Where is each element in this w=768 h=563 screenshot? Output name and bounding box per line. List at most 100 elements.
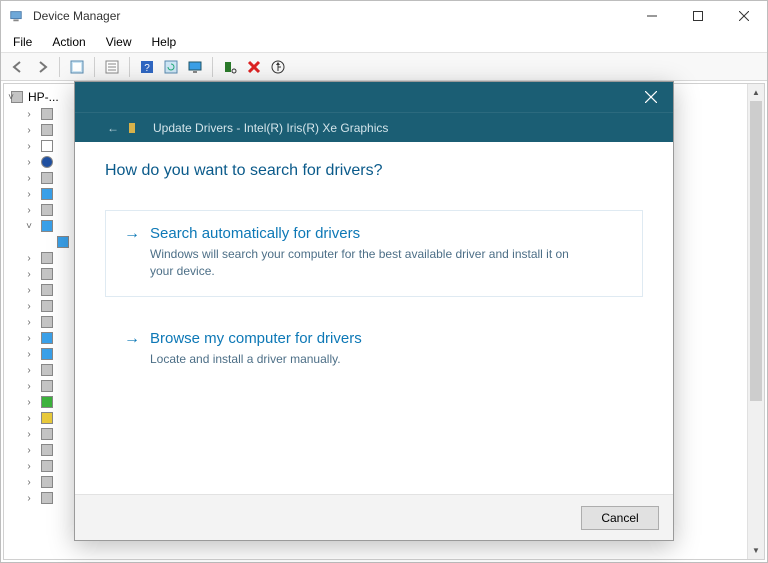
option-browse-computer[interactable]: → Browse my computer for drivers Locate … (105, 315, 643, 385)
menu-view[interactable]: View (98, 33, 140, 51)
network-icon (40, 347, 54, 361)
toolbar-separator (94, 57, 95, 77)
expander-icon[interactable]: › (22, 413, 36, 424)
firmware-icon (40, 251, 54, 265)
window-title: Device Manager (33, 9, 120, 23)
bluetooth-icon (40, 155, 54, 169)
expander-icon[interactable]: › (22, 445, 36, 456)
display-icon (40, 219, 54, 233)
arrow-right-icon: → (124, 330, 140, 348)
arrow-right-icon: → (124, 225, 140, 243)
print-icon (40, 379, 54, 393)
dialog-subtitle-bar: ← Update Drivers - Intel(R) Iris(R) Xe G… (75, 112, 673, 142)
titlebar: Device Manager (1, 1, 767, 31)
app-icon (9, 9, 23, 23)
expander-icon[interactable]: › (22, 365, 36, 376)
processor-icon (40, 395, 54, 409)
option-search-automatically[interactable]: → Search automatically for drivers Windo… (105, 210, 643, 297)
system-icon (40, 475, 54, 489)
dialog-close-button[interactable] (628, 82, 673, 112)
properties-icon[interactable] (101, 56, 123, 78)
scroll-thumb[interactable] (750, 101, 762, 401)
software-icon (40, 427, 54, 441)
update-icon[interactable] (267, 56, 289, 78)
audio-icon (40, 107, 54, 121)
maximize-button[interactable] (675, 1, 721, 31)
expander-icon[interactable]: › (22, 141, 36, 152)
option-description: Locate and install a driver manually. (150, 351, 362, 368)
menubar: File Action View Help (1, 31, 767, 53)
scroll-up-icon[interactable]: ▲ (748, 84, 764, 101)
audio-icon (40, 123, 54, 137)
dialog-subtitle: Update Drivers - Intel(R) Iris(R) Xe Gra… (153, 121, 388, 135)
usb-icon (40, 491, 54, 505)
option-description: Windows will search your computer for th… (150, 246, 570, 280)
close-button[interactable] (721, 1, 767, 31)
ide-icon (40, 283, 54, 297)
dialog-footer: Cancel (75, 494, 673, 540)
option-title: Search automatically for drivers (150, 225, 570, 242)
expander-icon[interactable]: ˅ (4, 92, 18, 103)
expander-icon[interactable]: › (22, 349, 36, 360)
dialog-titlebar (75, 82, 673, 112)
hid-icon (40, 267, 54, 281)
dialog-body: How do you want to search for drivers? →… (75, 142, 673, 494)
expander-icon[interactable]: › (22, 173, 36, 184)
toolbar-separator (212, 57, 213, 77)
security-icon (40, 411, 54, 425)
ports-icon (40, 363, 54, 377)
toolbar-separator (59, 57, 60, 77)
update-drivers-dialog: ← Update Drivers - Intel(R) Iris(R) Xe G… (74, 81, 674, 541)
option-title: Browse my computer for drivers (150, 330, 362, 347)
expander-icon[interactable]: › (22, 253, 36, 264)
cancel-button[interactable]: Cancel (581, 506, 659, 530)
device-icon (127, 121, 141, 135)
toolbar: ? (1, 53, 767, 81)
expander-icon[interactable]: › (22, 429, 36, 440)
mouse-icon (40, 315, 54, 329)
expander-icon[interactable]: › (22, 477, 36, 488)
svg-text:?: ? (144, 63, 150, 74)
expander-icon[interactable]: › (22, 189, 36, 200)
expander-icon[interactable]: › (22, 301, 36, 312)
storage-icon (40, 459, 54, 473)
hardware-scan-icon[interactable] (219, 56, 241, 78)
expander-icon[interactable]: › (22, 269, 36, 280)
expander-icon[interactable]: › (22, 317, 36, 328)
computer-icon (40, 187, 54, 201)
back-arrow-icon[interactable]: ← (107, 121, 119, 135)
minimize-button[interactable] (629, 1, 675, 31)
expander-icon[interactable]: › (22, 125, 36, 136)
disk-icon (40, 203, 54, 217)
keyboard-icon (40, 299, 54, 313)
menu-help[interactable]: Help (144, 33, 185, 51)
expander-icon[interactable]: › (22, 157, 36, 168)
expander-icon[interactable]: › (22, 493, 36, 504)
device-icon (56, 235, 70, 249)
help-icon[interactable]: ? (136, 56, 158, 78)
toolbar-separator (129, 57, 130, 77)
dialog-heading: How do you want to search for drivers? (105, 162, 643, 180)
menu-file[interactable]: File (5, 33, 40, 51)
expander-icon[interactable]: ˅ (22, 221, 36, 232)
refresh-icon[interactable] (160, 56, 182, 78)
show-hidden-icon[interactable] (66, 56, 88, 78)
expander-icon[interactable]: › (22, 381, 36, 392)
scroll-down-icon[interactable]: ▼ (748, 542, 764, 559)
expander-icon[interactable]: › (22, 205, 36, 216)
back-icon[interactable] (7, 56, 29, 78)
camera-icon (40, 171, 54, 185)
expander-icon[interactable]: › (22, 333, 36, 344)
battery-icon (40, 139, 54, 153)
expander-icon[interactable]: › (22, 109, 36, 120)
uninstall-icon[interactable] (243, 56, 265, 78)
forward-icon[interactable] (31, 56, 53, 78)
vertical-scrollbar[interactable]: ▲ ▼ (747, 84, 764, 559)
monitor-icon[interactable] (184, 56, 206, 78)
expander-icon[interactable]: › (22, 397, 36, 408)
monitor-icon (40, 331, 54, 345)
expander-icon[interactable]: › (22, 285, 36, 296)
expander-icon[interactable]: › (22, 461, 36, 472)
sound-icon (40, 443, 54, 457)
menu-action[interactable]: Action (44, 33, 93, 51)
